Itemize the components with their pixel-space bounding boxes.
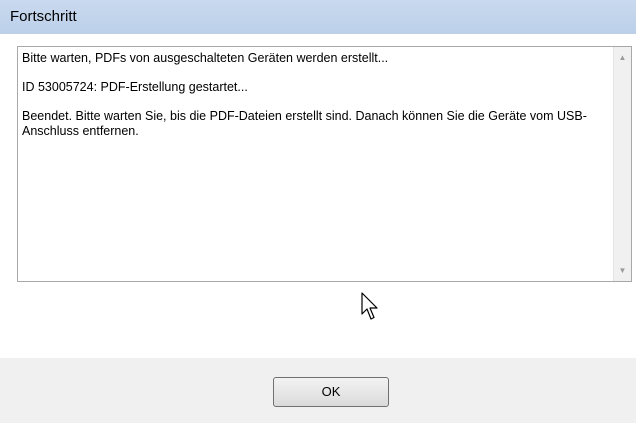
ok-button[interactable]: OK bbox=[273, 377, 389, 407]
log-line: Beendet. Bitte warten Sie, bis die PDF-D… bbox=[22, 109, 587, 138]
progress-log-text: Bitte warten, PDFs von ausgeschalteten G… bbox=[22, 51, 609, 153]
title-bar[interactable]: Fortschritt bbox=[0, 0, 636, 34]
scroll-down-arrow-icon[interactable]: ▼ bbox=[614, 262, 631, 279]
progress-log-textbox[interactable]: Bitte warten, PDFs von ausgeschalteten G… bbox=[17, 46, 632, 282]
log-line: ID 53005724: PDF-Erstellung gestartet... bbox=[22, 80, 248, 94]
window-title: Fortschritt bbox=[10, 8, 77, 25]
button-footer: OK bbox=[0, 358, 636, 423]
vertical-scrollbar[interactable]: ▲ ▼ bbox=[613, 47, 631, 281]
scroll-up-arrow-icon[interactable]: ▲ bbox=[614, 49, 631, 66]
log-line: Bitte warten, PDFs von ausgeschalteten G… bbox=[22, 51, 389, 65]
dialog-content: Bitte warten, PDFs von ausgeschalteten G… bbox=[0, 34, 636, 358]
mouse-pointer-icon bbox=[361, 292, 378, 320]
